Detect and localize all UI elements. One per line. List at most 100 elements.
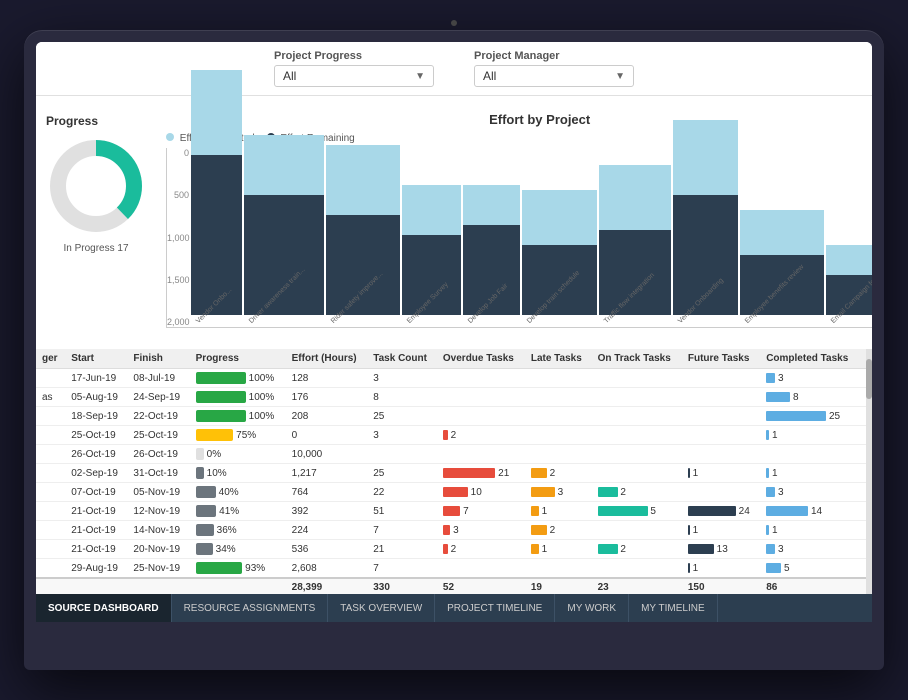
bar-group: Email Campaign for Rid...	[826, 245, 872, 327]
col-ontrack: On Track Tasks	[592, 349, 682, 369]
cell-ontrack	[592, 426, 682, 445]
progress-text: 40%	[219, 487, 239, 498]
col-manager: ger	[36, 349, 65, 369]
legend-completed-dot	[166, 133, 174, 141]
cell-overdue: 2	[437, 426, 525, 445]
overdue-bar	[443, 487, 468, 497]
progress-bar	[196, 562, 243, 574]
cell-progress: 75%	[190, 426, 286, 445]
bar-completed	[673, 120, 738, 195]
cell-completed: 3	[760, 369, 860, 388]
cell-late: 1	[525, 502, 592, 521]
cell-overdue	[437, 445, 525, 464]
cell-future	[682, 407, 760, 426]
cell-finish: 31-Oct-19	[127, 464, 189, 483]
project-progress-select[interactable]: All ▼	[274, 65, 434, 87]
tab-source-dashboard[interactable]: SOURCE DASHBOARD	[36, 594, 172, 622]
cell-taskcount: 8	[367, 388, 437, 407]
progress-text: 93%	[245, 563, 265, 574]
late-bar	[531, 525, 547, 535]
overdue-bar	[443, 430, 448, 440]
col-overdue: Overdue Tasks	[437, 349, 525, 369]
left-panel: Progress In Progress 17	[36, 104, 156, 341]
tab-task-overview[interactable]: TASK OVERVIEW	[328, 594, 435, 622]
cell-overdue	[437, 559, 525, 579]
progress-text: 34%	[216, 544, 236, 555]
cell-start: 29-Aug-19	[65, 559, 127, 579]
project-manager-select[interactable]: All ▼	[474, 65, 634, 87]
cell-overdue	[437, 388, 525, 407]
table-row: as 05-Aug-19 24-Sep-19 100% 176 8 8	[36, 388, 872, 407]
bar-chart-section: Effort by Project Effort Completed Effor…	[156, 104, 872, 341]
late-bar	[531, 506, 539, 516]
tab-project-timeline[interactable]: PROJECT TIMELINE	[435, 594, 555, 622]
progress-text: 75%	[236, 430, 256, 441]
cell-taskcount: 25	[367, 464, 437, 483]
cell-late	[525, 407, 592, 426]
bar-remaining	[522, 245, 597, 315]
completed-bar	[766, 392, 790, 402]
cell-manager	[36, 521, 65, 540]
cell-future: 1	[682, 559, 760, 579]
project-manager-label: Project Manager	[474, 50, 560, 62]
bar-remaining	[244, 195, 324, 315]
cell-taskcount: 51	[367, 502, 437, 521]
bar-remaining	[599, 230, 671, 315]
cell-finish: 08-Jul-19	[127, 369, 189, 388]
progress-text: 41%	[219, 506, 239, 517]
cell-overdue: 21	[437, 464, 525, 483]
tab-my-work[interactable]: MY WORK	[555, 594, 629, 622]
charts-row: Progress In Progress 17 Effort by Projec…	[36, 96, 872, 349]
future-bar	[688, 544, 714, 554]
cell-start: 02-Sep-19	[65, 464, 127, 483]
chevron-down-icon-2: ▼	[615, 71, 625, 82]
donut-in-progress-label: In Progress 17	[63, 243, 128, 254]
cell-late: 1	[525, 540, 592, 559]
bar-group: Rider safety improve...	[326, 145, 400, 327]
cell-manager	[36, 464, 65, 483]
cell-effort: 224	[286, 521, 368, 540]
bar-group: Driver awareness train...	[244, 135, 324, 327]
bar-completed	[599, 165, 671, 230]
cell-completed: 1	[760, 521, 860, 540]
bar-completed	[326, 145, 400, 215]
cell-progress: 10%	[190, 464, 286, 483]
bar-group: Employee benefits review	[740, 210, 824, 327]
bar-completed	[191, 70, 242, 155]
vertical-scrollbar[interactable]	[866, 349, 872, 597]
cell-late	[525, 426, 592, 445]
cell-overdue: 10	[437, 483, 525, 502]
cell-effort: 764	[286, 483, 368, 502]
table-row: 21-Oct-19 12-Nov-19 41% 392 51 7 1 5 24 …	[36, 502, 872, 521]
table-row: 21-Oct-19 20-Nov-19 34% 536 21 2 1 2 13 …	[36, 540, 872, 559]
bar-completed	[463, 185, 520, 225]
progress-bar	[196, 448, 204, 460]
chevron-down-icon: ▼	[415, 71, 425, 82]
cell-overdue: 2	[437, 540, 525, 559]
tab-my-timeline[interactable]: MY TIMELINE	[629, 594, 718, 622]
cell-progress: 36%	[190, 521, 286, 540]
cell-overdue	[437, 407, 525, 426]
cell-effort: 128	[286, 369, 368, 388]
bar-group: Employee Survey	[402, 185, 461, 327]
scrollbar-thumb[interactable]	[866, 359, 872, 399]
progress-bar	[196, 372, 246, 384]
cell-ontrack: 5	[592, 502, 682, 521]
data-table-section: ger Start Finish Progress Effort (Hours)…	[36, 349, 872, 597]
cell-manager	[36, 426, 65, 445]
cell-effort: 10,000	[286, 445, 368, 464]
cell-ontrack	[592, 407, 682, 426]
ontrack-bar	[598, 544, 618, 554]
bar-group: Develop Job Fair	[463, 185, 520, 327]
cell-finish: 05-Nov-19	[127, 483, 189, 502]
table-row: 02-Sep-19 31-Oct-19 10% 1,217 25 21 2 1 …	[36, 464, 872, 483]
table-row: 18-Sep-19 22-Oct-19 100% 208 25 25	[36, 407, 872, 426]
tab-resource-assignments[interactable]: RESOURCE ASSIGNMENTS	[172, 594, 329, 622]
project-manager-value: All	[483, 69, 496, 83]
cell-future	[682, 445, 760, 464]
progress-bar	[196, 391, 246, 403]
cell-completed: 1	[760, 464, 860, 483]
cell-ontrack	[592, 388, 682, 407]
table-body: 17-Jun-19 08-Jul-19 100% 128 3 3 as 05-A…	[36, 369, 872, 579]
bar-completed	[244, 135, 324, 195]
